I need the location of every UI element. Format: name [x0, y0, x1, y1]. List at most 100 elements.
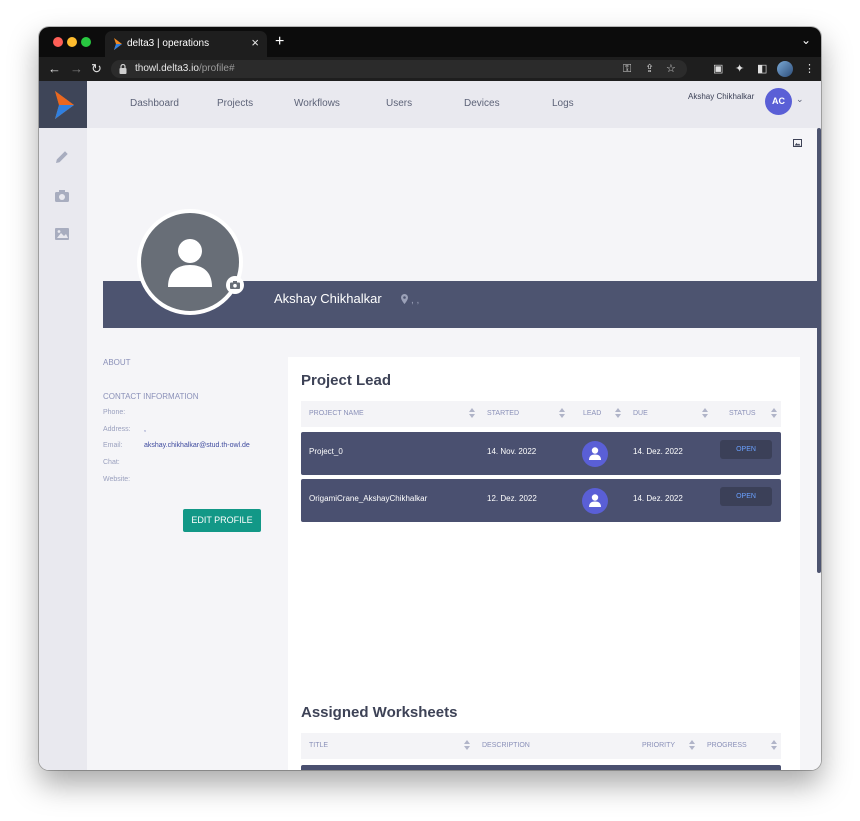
- browser-tab-bar: delta3 | operations × + ⌄: [39, 27, 821, 57]
- sort-icon[interactable]: [464, 740, 470, 750]
- address-bar[interactable]: thowl.delta3.io/profile# ⚿ ⇪ ☆: [111, 60, 687, 78]
- close-window-button[interactable]: [53, 37, 63, 47]
- project-started: 12. Dez. 2022: [487, 494, 537, 503]
- sort-icon[interactable]: [615, 408, 621, 418]
- project-due: 14. Dez. 2022: [633, 494, 683, 503]
- column-priority[interactable]: PRIORITY: [642, 742, 675, 749]
- column-title[interactable]: TITLE: [309, 742, 328, 749]
- project-started: 14. Nov. 2022: [487, 447, 537, 456]
- nav-dashboard[interactable]: Dashboard: [130, 98, 179, 109]
- app-logo[interactable]: [39, 81, 87, 128]
- project-due: 14. Dez. 2022: [633, 447, 683, 456]
- new-tab-icon[interactable]: +: [275, 33, 284, 51]
- column-project-name[interactable]: PROJECT NAME: [309, 410, 364, 417]
- person-icon: [589, 494, 601, 507]
- camera-icon: [230, 281, 240, 289]
- project-row[interactable]: Project_0 14. Nov. 2022 14. Dez. 2022 OP…: [301, 432, 781, 475]
- contact-info-heading: CONTACT INFORMATION: [103, 392, 199, 401]
- user-menu-name[interactable]: Akshay Chikhalkar: [688, 92, 754, 101]
- sort-icon[interactable]: [689, 740, 695, 750]
- address-value: ,: [144, 426, 146, 433]
- sort-icon[interactable]: [559, 408, 565, 418]
- nav-users[interactable]: Users: [386, 98, 412, 109]
- sort-icon[interactable]: [702, 408, 708, 418]
- nav-logs[interactable]: Logs: [552, 98, 574, 109]
- status-button[interactable]: OPEN: [720, 487, 772, 506]
- star-icon[interactable]: ☆: [666, 62, 676, 76]
- column-due[interactable]: DUE: [633, 410, 648, 417]
- extensions-puzzle-icon[interactable]: ✦: [735, 61, 744, 77]
- chevron-down-icon[interactable]: ⌄: [796, 94, 804, 105]
- back-arrow-icon[interactable]: ←: [48, 61, 61, 77]
- project-lead-title: Project Lead: [301, 372, 392, 389]
- assigned-worksheets-title: Assigned Worksheets: [301, 704, 458, 721]
- delta3-logo-icon: [55, 91, 74, 119]
- phone-label: Phone:: [103, 409, 126, 416]
- tab-title: delta3 | operations: [127, 38, 210, 49]
- user-avatar[interactable]: AC: [765, 88, 792, 115]
- column-lead[interactable]: LEAD: [583, 410, 601, 417]
- sort-icon[interactable]: [771, 740, 777, 750]
- tab-close-icon[interactable]: ×: [251, 35, 259, 50]
- reload-icon[interactable]: ↻: [91, 61, 102, 77]
- browser-window: delta3 | operations × + ⌄ ← → ↻ thowl.de…: [39, 27, 821, 770]
- side-panel-icon[interactable]: ◧: [757, 61, 767, 77]
- share-icon[interactable]: ⇪: [645, 62, 654, 76]
- camera-icon[interactable]: [53, 187, 71, 205]
- location-pin-icon: [401, 294, 408, 304]
- url-text: thowl.delta3.io/profile#: [135, 63, 235, 74]
- forward-arrow-icon[interactable]: →: [70, 61, 83, 77]
- column-started[interactable]: STARTED: [487, 410, 519, 417]
- profile-location: , ,: [401, 294, 419, 306]
- status-button[interactable]: OPEN: [720, 440, 772, 459]
- sort-icon[interactable]: [469, 408, 475, 418]
- person-placeholder-icon: [168, 239, 212, 287]
- about-heading: ABOUT: [103, 358, 131, 367]
- sort-icon[interactable]: [771, 408, 777, 418]
- url-host: thowl.delta3.io: [135, 63, 199, 74]
- column-description[interactable]: DESCRIPTION: [482, 742, 530, 749]
- url-path: /profile#: [198, 63, 235, 74]
- chat-label: Chat:: [103, 459, 120, 466]
- browser-tab[interactable]: delta3 | operations ×: [105, 31, 267, 57]
- nav-projects[interactable]: Projects: [217, 98, 253, 109]
- browser-menu-icon[interactable]: ⋮: [804, 61, 815, 77]
- lock-icon: [119, 64, 127, 74]
- media-icon[interactable]: ▣: [713, 61, 723, 77]
- image-icon[interactable]: [53, 225, 71, 243]
- projects-panel: Project Lead PROJECT NAME STARTED LEAD D…: [288, 357, 800, 770]
- location-text: , ,: [411, 295, 420, 306]
- profile-avatar[interactable]: [137, 209, 243, 315]
- profile-name: Akshay Chikhalkar: [274, 291, 382, 306]
- column-status[interactable]: STATUS: [729, 410, 756, 417]
- email-link[interactable]: akshay.chikhalkar@stud.th-owl.de: [144, 442, 250, 449]
- tab-search-chevron-icon[interactable]: ⌄: [801, 33, 811, 47]
- key-icon[interactable]: ⚿: [623, 62, 631, 76]
- nav-workflows[interactable]: Workflows: [294, 98, 340, 109]
- project-name[interactable]: OrigamiCrane_AkshayChikhalkar: [309, 494, 427, 503]
- worksheet-row[interactable]: [301, 765, 781, 770]
- lead-avatar[interactable]: [582, 441, 608, 467]
- left-toolbar: [39, 81, 87, 770]
- nav-devices[interactable]: Devices: [464, 98, 500, 109]
- maximize-window-button[interactable]: [81, 37, 91, 47]
- avatar-camera-button[interactable]: [226, 276, 244, 294]
- project-lead-table-header: PROJECT NAME STARTED LEAD DUE STATUS: [301, 401, 781, 427]
- project-name[interactable]: Project_0: [309, 447, 343, 456]
- website-label: Website:: [103, 476, 131, 483]
- pencil-edit-icon[interactable]: [53, 148, 71, 166]
- edit-profile-button[interactable]: EDIT PROFILE: [183, 509, 261, 532]
- worksheets-table-header: TITLE DESCRIPTION PRIORITY PROGRESS: [301, 733, 781, 759]
- project-row[interactable]: OrigamiCrane_AkshayChikhalkar 12. Dez. 2…: [301, 479, 781, 522]
- lead-avatar[interactable]: [582, 488, 608, 514]
- browser-toolbar: ← → ↻ thowl.delta3.io/profile# ⚿ ⇪ ☆ ▣ ✦…: [39, 57, 821, 81]
- cover-image-icon[interactable]: [793, 139, 802, 147]
- top-navigation: Dashboard Projects Workflows Users Devic…: [87, 81, 821, 128]
- column-progress[interactable]: PROGRESS: [707, 742, 747, 749]
- email-label: Email:: [103, 442, 123, 449]
- minimize-window-button[interactable]: [67, 37, 77, 47]
- browser-profile-avatar[interactable]: [777, 61, 793, 77]
- profile-content: Akshay Chikhalkar , , ABOUT CONTACT INFO…: [87, 128, 821, 770]
- page-scrollbar[interactable]: [817, 128, 821, 573]
- person-icon: [589, 447, 601, 460]
